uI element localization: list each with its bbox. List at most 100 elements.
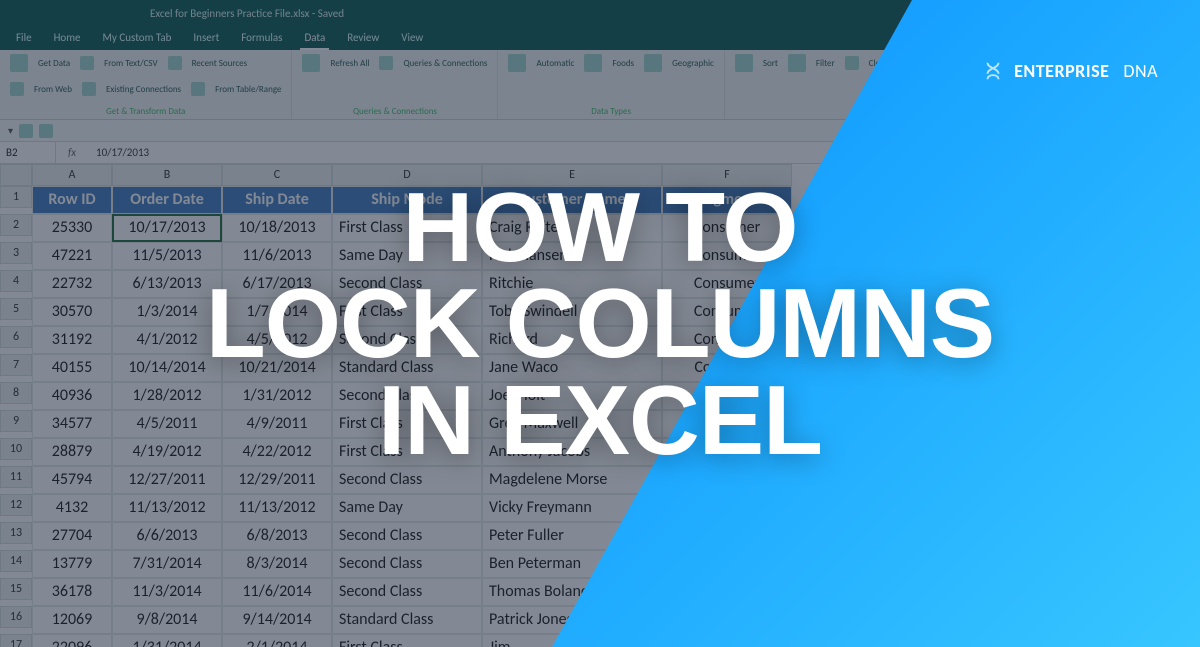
cell[interactable]: 10/14/2014 — [112, 354, 222, 382]
recent-sources-icon[interactable] — [168, 56, 182, 70]
cell[interactable]: Patrick Jones — [482, 606, 662, 634]
tab-view[interactable]: View — [397, 27, 427, 50]
cell[interactable]: 22732 — [32, 270, 112, 298]
cell[interactable]: 40936 — [32, 382, 112, 410]
row-header[interactable]: 9 — [0, 410, 32, 432]
cell[interactable]: Consumer — [662, 326, 792, 354]
table-header-cell[interactable]: Customer Name — [482, 186, 662, 214]
from-text-icon[interactable] — [80, 56, 94, 70]
cell[interactable]: Second Class — [332, 326, 482, 354]
ribbon-item-label[interactable]: Filter — [816, 58, 835, 69]
fx-label[interactable]: fx — [56, 146, 88, 159]
column-header[interactable]: F — [662, 164, 792, 186]
spreadsheet-grid[interactable]: ABCDEF1Row IDOrder DateShip DateShip Mod… — [0, 164, 1200, 647]
redo-icon[interactable] — [39, 124, 53, 138]
ribbon-item-label[interactable]: Existing Connections — [106, 84, 181, 95]
cell[interactable]: 7/31/2014 — [112, 550, 222, 578]
cell[interactable]: 4/19/2012 — [112, 438, 222, 466]
column-header[interactable]: A — [32, 164, 112, 186]
row-header[interactable]: 12 — [0, 494, 32, 516]
row-header[interactable]: 2 — [0, 214, 32, 236]
cell[interactable]: 4132 — [32, 494, 112, 522]
cell[interactable]: 47221 — [32, 242, 112, 270]
queries-connections-icon[interactable] — [379, 56, 393, 70]
cell[interactable]: 40155 — [32, 354, 112, 382]
cell[interactable]: 4/1/2012 — [112, 326, 222, 354]
cell[interactable]: Corporate — [662, 606, 792, 634]
cell[interactable]: 4/5/2011 — [112, 410, 222, 438]
cell[interactable]: Thomas Boland — [482, 578, 662, 606]
row-header[interactable]: 13 — [0, 522, 32, 544]
table-header-cell[interactable]: Order Date — [112, 186, 222, 214]
row-header[interactable]: 11 — [0, 466, 32, 488]
tab-review[interactable]: Review — [343, 27, 383, 50]
cell[interactable]: 6/17/2013 — [222, 270, 332, 298]
row-header[interactable]: 16 — [0, 606, 32, 628]
cell[interactable]: Consumer — [662, 242, 792, 270]
ribbon-item-label[interactable]: Sort — [763, 58, 778, 69]
row-header[interactable]: 14 — [0, 550, 32, 572]
cell[interactable]: 10/18/2013 — [222, 214, 332, 242]
cell[interactable]: 22096 — [32, 634, 112, 647]
cell[interactable]: 1/7/2014 — [222, 298, 332, 326]
row-header[interactable]: 3 — [0, 242, 32, 264]
cell[interactable]: Consumer — [662, 270, 792, 298]
ribbon-item-label[interactable]: From Text/CSV — [104, 58, 157, 69]
cell[interactable]: 12069 — [32, 606, 112, 634]
cell[interactable]: Magdelene Morse — [482, 466, 662, 494]
undo-icon[interactable] — [19, 124, 33, 138]
foods-icon[interactable] — [584, 54, 602, 72]
cell[interactable]: 11/6/2013 — [222, 242, 332, 270]
cell[interactable]: Toby Swindell — [482, 298, 662, 326]
cell[interactable]: 10/17/2013 — [112, 214, 222, 242]
tab-data[interactable]: Data — [300, 27, 329, 50]
cell[interactable]: 27704 — [32, 522, 112, 550]
row-header[interactable]: 17 — [0, 634, 32, 647]
cell[interactable]: 6/6/2013 — [112, 522, 222, 550]
cell[interactable]: 4/5/2012 — [222, 326, 332, 354]
cell[interactable]: Ben Peterman — [482, 550, 662, 578]
column-header[interactable]: B — [112, 164, 222, 186]
cell[interactable]: 10/21/2014 — [222, 354, 332, 382]
cell[interactable]: Jane Waco — [482, 354, 662, 382]
cell[interactable]: 11/6/2014 — [222, 578, 332, 606]
cell[interactable]: Greg Maxwell — [482, 410, 662, 438]
cell[interactable]: Second Class — [332, 578, 482, 606]
from-table-icon[interactable] — [191, 82, 205, 96]
row-header[interactable]: 4 — [0, 270, 32, 292]
cell[interactable]: 1/31/2012 — [222, 382, 332, 410]
cell[interactable]: Consumer — [662, 522, 792, 550]
ribbon-item-label[interactable]: Automatic — [536, 58, 574, 69]
cell[interactable]: 2/1/2014 — [222, 634, 332, 647]
cell[interactable]: 11/13/2012 — [112, 494, 222, 522]
cell[interactable]: 11/5/2013 — [112, 242, 222, 270]
cell[interactable]: 45794 — [32, 466, 112, 494]
collapse-icon[interactable]: ▾ — [8, 124, 13, 137]
table-header-cell[interactable]: Ship Date — [222, 186, 332, 214]
cell[interactable]: Standard Class — [332, 354, 482, 382]
cell[interactable]: 13779 — [32, 550, 112, 578]
cell[interactable]: Corporate — [662, 438, 792, 466]
geographic-icon[interactable] — [644, 54, 662, 72]
ribbon-item-label[interactable]: Get Data — [38, 58, 70, 69]
cell[interactable]: 1/28/2012 — [112, 382, 222, 410]
cell[interactable]: Second Class — [332, 550, 482, 578]
cell[interactable]: 11/13/2012 — [222, 494, 332, 522]
ribbon-item-label[interactable]: From Table/Range — [215, 84, 281, 95]
cell[interactable]: 34577 — [32, 410, 112, 438]
cell[interactable]: 4/9/2011 — [222, 410, 332, 438]
get-data-icon[interactable] — [10, 54, 28, 72]
automatic-icon[interactable] — [508, 54, 526, 72]
cell[interactable]: First Class — [332, 214, 482, 242]
ribbon-item-label[interactable]: Queries & Connections — [403, 58, 487, 69]
cell[interactable]: Craig Reiter — [482, 214, 662, 242]
search-input[interactable]: 🔍 Search (Alt+Q) — [930, 4, 1190, 22]
cell[interactable]: Home Office — [662, 494, 792, 522]
tab-my-custom-tab[interactable]: My Custom Tab — [99, 27, 176, 50]
cell[interactable]: 12/27/2011 — [112, 466, 222, 494]
cell[interactable]: Consumer — [662, 466, 792, 494]
cell[interactable]: Jim — [482, 634, 662, 647]
filter-icon[interactable] — [788, 54, 806, 72]
cell[interactable]: Corporate — [662, 550, 792, 578]
cell[interactable]: Ritchie — [482, 270, 662, 298]
